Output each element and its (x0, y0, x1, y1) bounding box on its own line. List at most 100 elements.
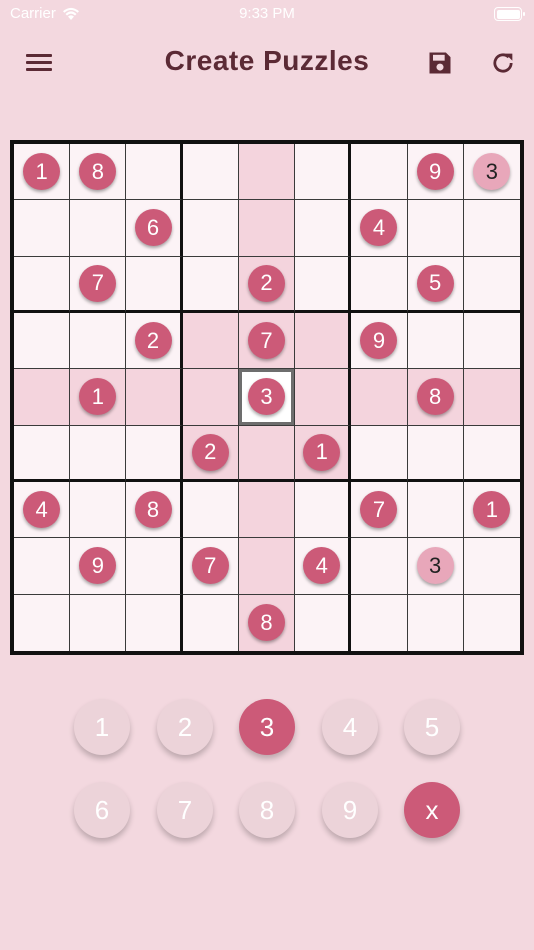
board-cell[interactable]: 4 (351, 200, 408, 257)
board-cell[interactable]: 9 (351, 312, 408, 370)
board-cell[interactable] (14, 425, 71, 482)
cell-value: 7 (360, 491, 398, 529)
board-cell[interactable] (351, 369, 408, 426)
board-cell[interactable] (407, 481, 464, 539)
board-cell[interactable]: 1 (295, 425, 352, 482)
board-cell[interactable]: 1 (14, 144, 71, 201)
board-cell[interactable] (70, 594, 127, 651)
cell-value: 6 (134, 209, 172, 247)
board-cell[interactable] (182, 256, 239, 313)
board-cell[interactable] (295, 481, 352, 539)
board-cell[interactable] (351, 256, 408, 313)
board-cell[interactable] (14, 369, 71, 426)
number-key-3[interactable]: 3 (239, 699, 295, 755)
board-cell[interactable]: 7 (238, 312, 296, 370)
cell-value: 7 (247, 322, 285, 360)
board-cell[interactable] (70, 312, 127, 370)
board-cell[interactable]: 4 (295, 538, 352, 595)
board-cell[interactable] (463, 538, 520, 595)
board-cell[interactable] (126, 425, 183, 482)
board-cell[interactable]: 2 (182, 425, 239, 482)
board-cell[interactable]: 8 (70, 144, 127, 201)
board-cell[interactable] (70, 425, 127, 482)
board-cell[interactable] (407, 200, 464, 257)
board-cell[interactable] (463, 594, 520, 651)
board-cell[interactable] (126, 256, 183, 313)
board-cell[interactable] (14, 538, 71, 595)
board-cell[interactable]: 4 (14, 481, 71, 539)
board-cell[interactable] (295, 312, 352, 370)
board-cell[interactable] (238, 144, 296, 201)
board-cell[interactable] (182, 200, 239, 257)
cell-value: 2 (134, 322, 172, 360)
board-cell[interactable]: 8 (238, 594, 296, 651)
board-cell[interactable]: 1 (70, 369, 127, 426)
board-cell[interactable] (407, 594, 464, 651)
number-key-6[interactable]: 6 (74, 782, 130, 838)
cell-value: 3 (416, 547, 454, 585)
board-cell[interactable]: 8 (407, 369, 464, 426)
board-cell[interactable]: 7 (351, 481, 408, 539)
save-icon[interactable] (426, 49, 454, 77)
board-cell[interactable] (295, 200, 352, 257)
board-cell[interactable] (182, 369, 239, 426)
board-cell[interactable]: 3 (407, 538, 464, 595)
board-cell[interactable] (126, 369, 183, 426)
board-cell[interactable] (295, 256, 352, 313)
board-cell[interactable] (126, 144, 183, 201)
board-cell[interactable] (126, 538, 183, 595)
sudoku-board: 18936472527913821487197438 (10, 140, 524, 655)
board-cell[interactable] (126, 594, 183, 651)
refresh-icon[interactable] (489, 49, 517, 77)
board-cell[interactable] (295, 594, 352, 651)
board-cell[interactable]: 6 (126, 200, 183, 257)
board-cell[interactable] (463, 312, 520, 370)
board-cell[interactable]: 1 (463, 481, 520, 539)
board-cell[interactable]: 2 (238, 256, 296, 313)
board-cell[interactable] (182, 481, 239, 539)
number-key-2[interactable]: 2 (157, 699, 213, 755)
board-cell[interactable]: 3 (238, 369, 296, 426)
board-cell[interactable]: 7 (182, 538, 239, 595)
board-cell[interactable] (295, 369, 352, 426)
number-key-8[interactable]: 8 (239, 782, 295, 838)
board-cell[interactable] (182, 144, 239, 201)
board-cell[interactable] (14, 594, 71, 651)
board-cell[interactable] (182, 312, 239, 370)
board-cell[interactable] (351, 425, 408, 482)
number-key-4[interactable]: 4 (322, 699, 378, 755)
board-cell[interactable] (351, 538, 408, 595)
board-cell[interactable] (463, 256, 520, 313)
board-cell[interactable] (14, 200, 71, 257)
board-cell[interactable] (295, 144, 352, 201)
board-cell[interactable] (463, 425, 520, 482)
board-cell[interactable] (238, 538, 296, 595)
board-cell[interactable]: 2 (126, 312, 183, 370)
board-cell[interactable]: 9 (407, 144, 464, 201)
board-cell[interactable]: 5 (407, 256, 464, 313)
board-cell[interactable] (351, 144, 408, 201)
board-cell[interactable] (463, 200, 520, 257)
clear-button[interactable]: x (404, 782, 460, 838)
number-key-1[interactable]: 1 (74, 699, 130, 755)
number-key-9[interactable]: 9 (322, 782, 378, 838)
board-cell[interactable] (407, 312, 464, 370)
board-cell[interactable]: 7 (70, 256, 127, 313)
board-cell[interactable] (70, 481, 127, 539)
board-cell[interactable] (14, 256, 71, 313)
board-cell[interactable] (238, 200, 296, 257)
board-cell[interactable] (70, 200, 127, 257)
number-key-5[interactable]: 5 (404, 699, 460, 755)
cell-value: 1 (303, 433, 341, 471)
board-cell[interactable] (182, 594, 239, 651)
board-cell[interactable] (407, 425, 464, 482)
board-cell[interactable] (463, 369, 520, 426)
board-cell[interactable]: 8 (126, 481, 183, 539)
board-cell[interactable] (14, 312, 71, 370)
board-cell[interactable] (351, 594, 408, 651)
number-key-7[interactable]: 7 (157, 782, 213, 838)
board-cell[interactable] (238, 481, 296, 539)
board-cell[interactable] (238, 425, 296, 482)
board-cell[interactable]: 3 (463, 144, 520, 201)
board-cell[interactable]: 9 (70, 538, 127, 595)
